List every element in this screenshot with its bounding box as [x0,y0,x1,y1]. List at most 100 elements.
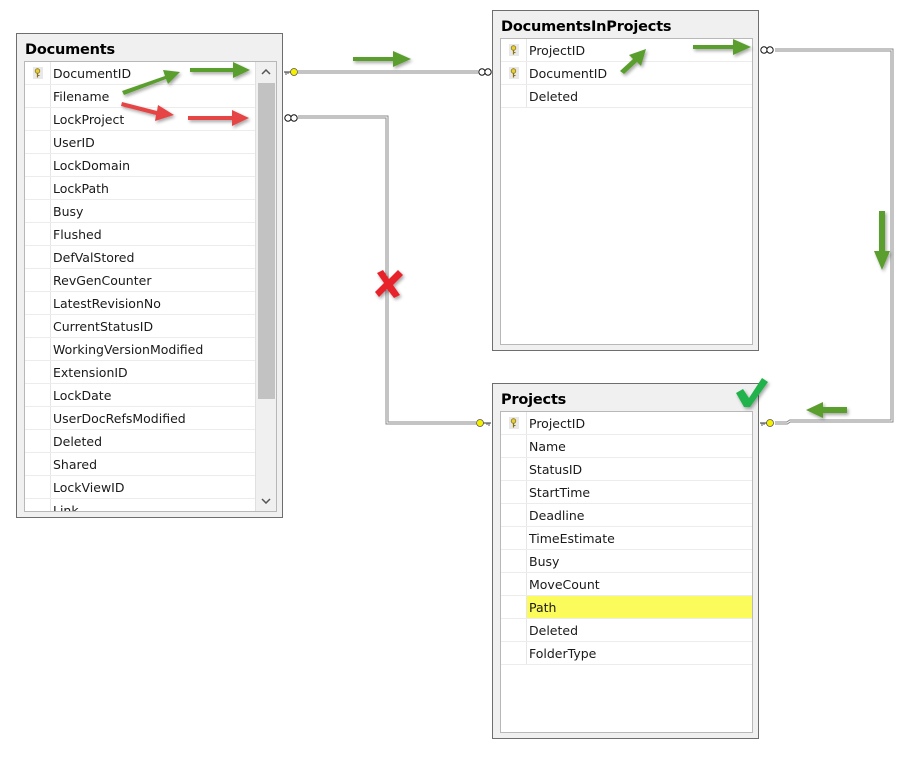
chevron-up-icon [261,69,271,75]
row-selector[interactable] [25,108,51,130]
row-selector[interactable] [501,527,527,549]
relationship-line-lockproject[interactable] [284,114,491,427]
infinity-end-icon [760,46,774,54]
row-selector[interactable] [25,384,51,406]
relationship-line-documentid[interactable] [284,68,492,76]
column-name: ProjectID [529,415,586,431]
relationship-line-projectid[interactable] [760,46,894,427]
column-row[interactable]: LockPath [25,177,276,200]
column-row[interactable]: Deleted [25,430,276,453]
scroll-down-button[interactable] [256,491,276,511]
column-row[interactable]: ProjectID [501,412,752,435]
column-grid-projects: ProjectID Name StatusID StartTime Deadline Ti… [500,411,753,733]
row-selector[interactable] [25,292,51,314]
green-arrow-icon [353,51,411,67]
row-selector[interactable] [25,338,51,360]
column-row[interactable]: Flushed [25,223,276,246]
column-row[interactable]: ExtensionID [25,361,276,384]
column-row[interactable]: DefValStored [25,246,276,269]
column-row[interactable]: ProjectID [501,39,752,62]
row-selector[interactable] [25,476,51,498]
scrollbar-thumb[interactable] [258,83,275,399]
column-row[interactable]: WorkingVersionModified [25,338,276,361]
row-selector[interactable] [501,573,527,595]
row-selector[interactable] [501,458,527,480]
row-selector[interactable] [25,200,51,222]
column-row[interactable]: Busy [501,550,752,573]
row-selector[interactable] [25,177,51,199]
column-name: LatestRevisionNo [53,295,161,311]
column-row[interactable]: Link [25,499,276,511]
row-selector[interactable] [501,550,527,572]
column-row[interactable]: Deleted [501,619,752,642]
column-row[interactable]: TimeEstimate [501,527,752,550]
row-selector[interactable] [501,62,527,84]
row-selector[interactable] [25,315,51,337]
column-row[interactable]: Filename [25,85,276,108]
row-selector[interactable] [501,39,527,61]
table-projects[interactable]: Projects ProjectID Name StatusID StartTime D… [492,383,759,739]
row-selector[interactable] [25,85,51,107]
column-row[interactable]: MoveCount [501,573,752,596]
vertical-scrollbar[interactable] [255,62,276,511]
table-documents-in-projects[interactable]: DocumentsInProjects ProjectID DocumentID D… [492,10,759,351]
row-selector[interactable] [25,361,51,383]
column-name: LockDate [53,387,112,403]
row-selector[interactable] [501,642,527,664]
column-row[interactable]: RevGenCounter [25,269,276,292]
column-row[interactable]: UserID [25,131,276,154]
row-selector[interactable] [501,412,527,434]
column-row[interactable]: Shared [25,453,276,476]
column-name: Name [529,438,566,454]
row-selector[interactable] [25,453,51,475]
key-end-icon [284,68,298,76]
row-selector[interactable] [25,269,51,291]
column-row[interactable]: Busy [25,200,276,223]
row-selector[interactable] [501,85,527,107]
column-name: DocumentID [529,65,608,81]
row-selector[interactable] [25,246,51,268]
column-row[interactable]: StartTime [501,481,752,504]
column-row[interactable]: Deleted [501,85,752,108]
column-row[interactable]: UserDocRefsModified [25,407,276,430]
row-selector[interactable] [501,596,527,618]
column-row[interactable]: LockDomain [25,154,276,177]
column-name: Shared [53,456,98,472]
column-name: LockProject [53,111,125,127]
column-name: StartTime [529,484,591,500]
row-selector[interactable] [501,435,527,457]
column-row[interactable]: DocumentID [25,62,276,85]
column-row[interactable]: CurrentStatusID [25,315,276,338]
row-selector[interactable] [25,131,51,153]
row-selector[interactable] [25,499,51,511]
row-selector[interactable] [25,407,51,429]
column-row[interactable]: Deadline [501,504,752,527]
column-row[interactable]: Name [501,435,752,458]
column-row[interactable]: LockDate [25,384,276,407]
column-name: RevGenCounter [53,272,152,288]
column-name: LockPath [53,180,109,196]
primary-key-icon [508,44,519,56]
scroll-up-button[interactable] [256,62,276,82]
column-row[interactable]: LockProject [25,108,276,131]
key-end-icon [760,419,774,427]
row-selector[interactable] [25,223,51,245]
column-row[interactable]: Path [501,596,752,619]
column-row[interactable]: DocumentID [501,62,752,85]
row-selector[interactable] [501,481,527,503]
row-selector[interactable] [501,619,527,641]
column-row[interactable]: LatestRevisionNo [25,292,276,315]
column-list: ProjectID DocumentID Deleted [501,39,752,108]
primary-key-icon [508,67,519,79]
green-arrow-icon [874,211,890,270]
column-row[interactable]: StatusID [501,458,752,481]
primary-key-icon [508,417,519,429]
column-name: UserID [53,134,95,150]
table-documents[interactable]: Documents DocumentID Filename LockProject U… [16,33,283,518]
row-selector[interactable] [25,62,51,84]
column-row[interactable]: FolderType [501,642,752,665]
column-row[interactable]: LockViewID [25,476,276,499]
row-selector[interactable] [501,504,527,526]
row-selector[interactable] [25,154,51,176]
row-selector[interactable] [25,430,51,452]
